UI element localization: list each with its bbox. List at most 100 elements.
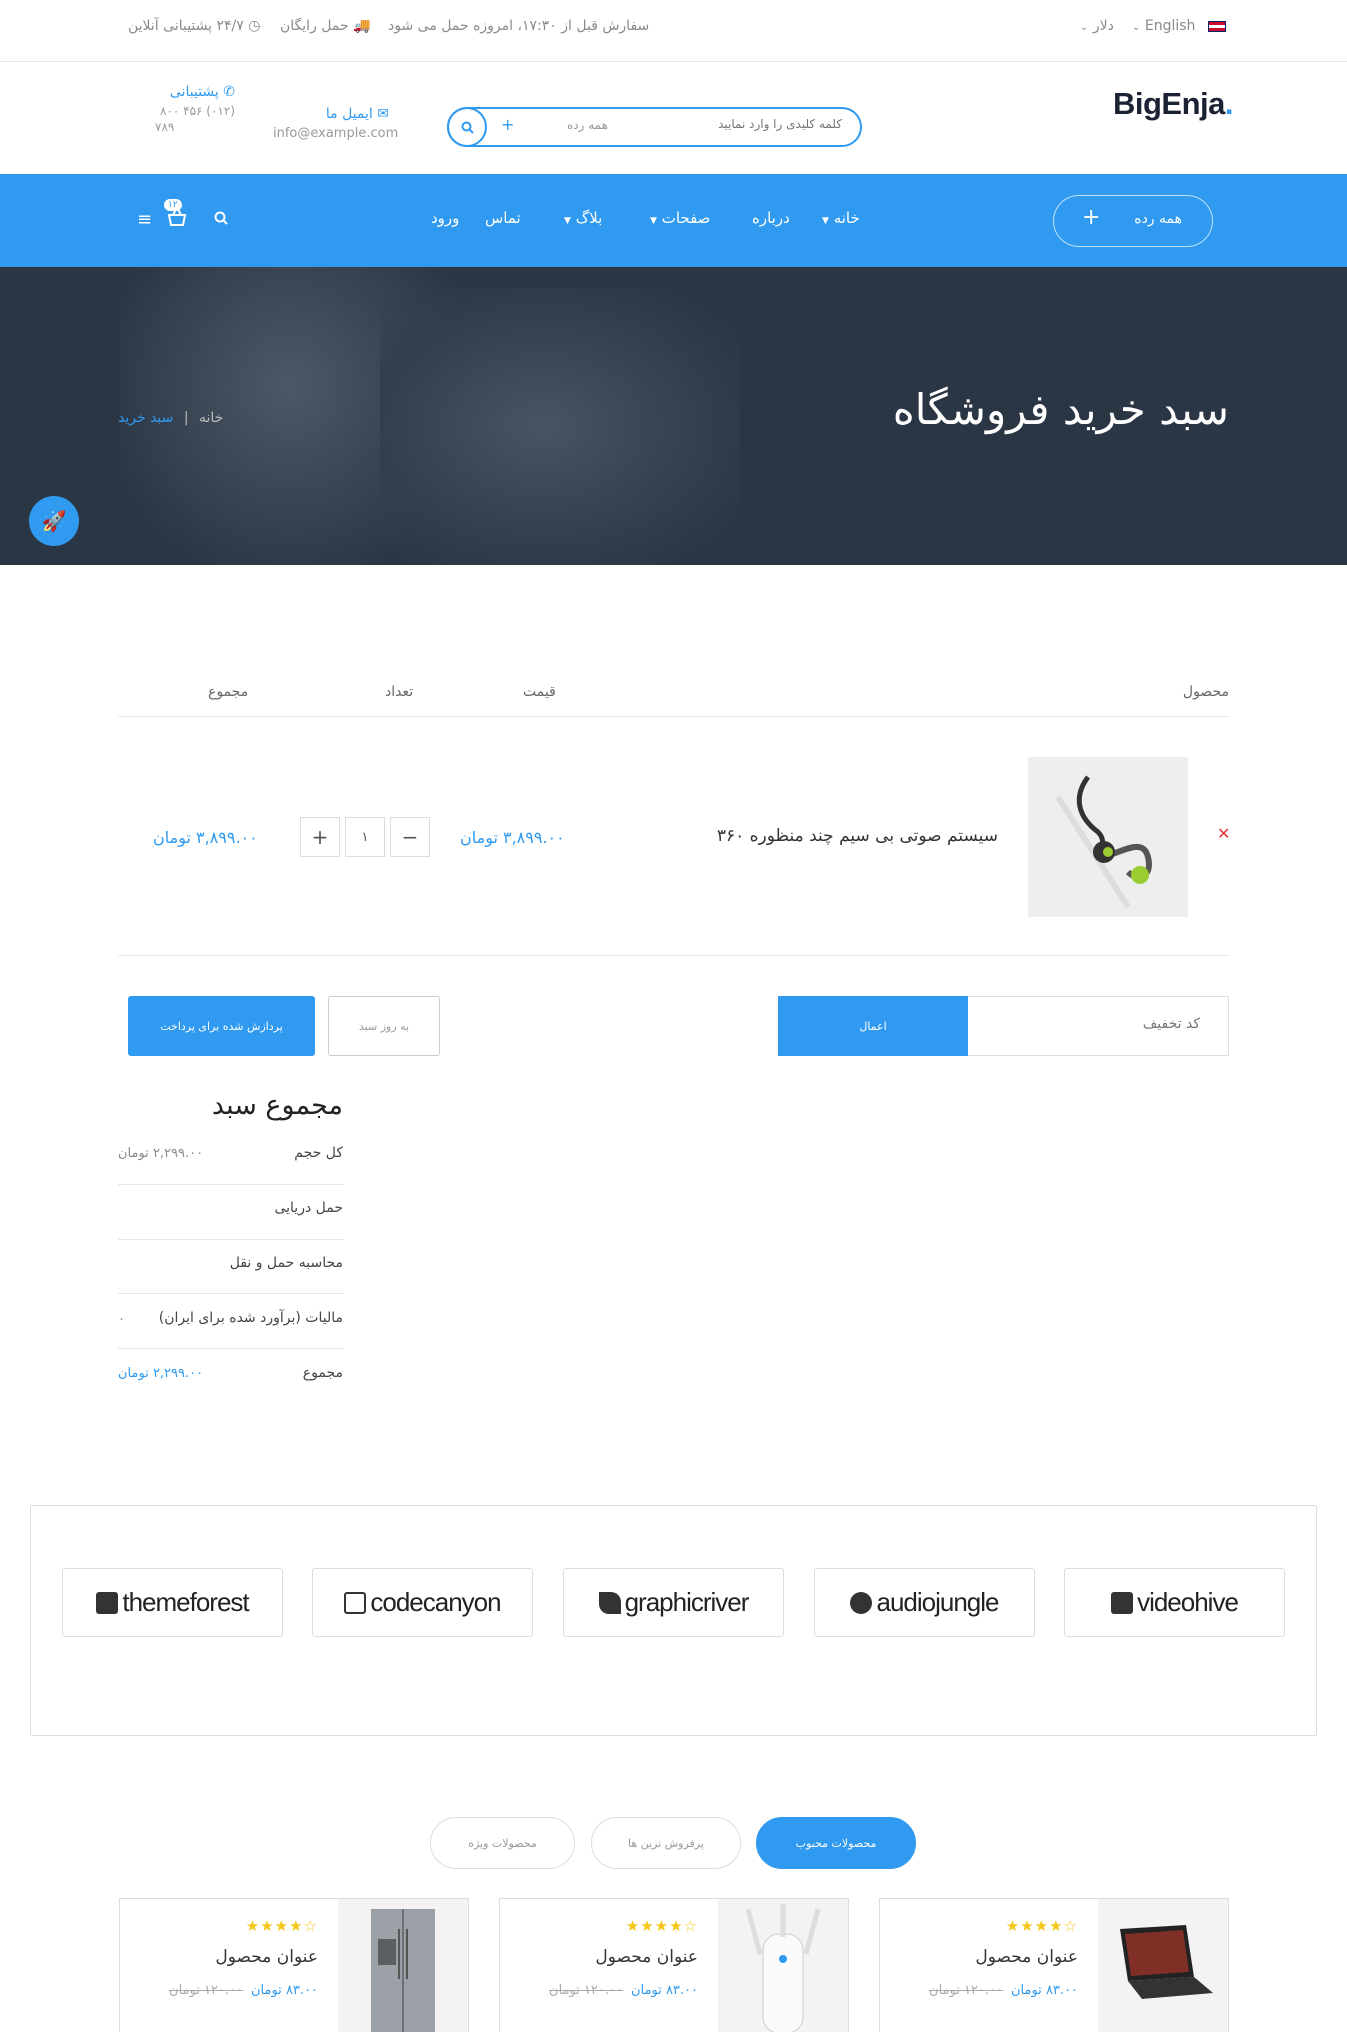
search-icon[interactable]: [214, 211, 228, 225]
product-card[interactable]: ★★★★☆ عنوان محصول ۸۳.۰۰ تومان ۱۲۰.۰۰ توما…: [119, 1898, 469, 2032]
checkout-button[interactable]: پردازش شده برای پرداخت: [128, 996, 315, 1056]
remove-item-icon[interactable]: ✕: [1217, 824, 1230, 843]
search-input[interactable]: [672, 117, 842, 131]
nav-item-blog[interactable]: ▼ بلاگ: [564, 209, 602, 227]
codecanyon-icon: [344, 1591, 367, 1614]
quantity-value[interactable]: ۱: [345, 817, 385, 857]
caret-down-icon: ▼: [650, 216, 657, 226]
product-thumbnail[interactable]: [1028, 757, 1188, 917]
totals-row-label[interactable]: حمل دریایی: [274, 1200, 343, 1216]
tab-best-sellers[interactable]: پرفروش ترین ها: [591, 1817, 741, 1869]
search-category[interactable]: همه رده: [567, 118, 608, 132]
order-notice: سفارش قبل از ۱۷:۳۰، امروزه حمل می شود: [388, 18, 650, 34]
totals-row-label: مالیات (برآورد شده برای ایران): [158, 1310, 343, 1326]
divider: [118, 1184, 343, 1185]
email-label: ایمیل ما: [325, 106, 373, 122]
breadcrumb: خانه | سبد خرید: [118, 410, 223, 426]
cart-button[interactable]: ۱۲: [164, 199, 188, 231]
brand-name: videohive: [1137, 1587, 1239, 1617]
totals-grand-total: ۲,۲۹۹.۰۰ تومان: [118, 1366, 204, 1381]
totals-row-label: کل حجم: [294, 1145, 343, 1161]
nav-item-about[interactable]: درباره: [752, 209, 790, 227]
chevron-down-icon: ⌄: [1080, 22, 1089, 33]
tab-featured-products[interactable]: محصولات ویژه: [430, 1817, 575, 1869]
free-shipping-label: حمل رایگان: [280, 18, 349, 34]
search-icon: [461, 121, 474, 134]
search-button[interactable]: [447, 107, 487, 147]
router-icon: [745, 1904, 821, 2032]
scroll-top-button[interactable]: 🚀: [29, 496, 79, 546]
caret-down-icon: ▼: [822, 216, 829, 226]
online-support-label: ۲۴/۷ پشتیبانی آنلاین: [128, 18, 244, 34]
caret-down-icon: ▼: [564, 216, 571, 226]
brand-logo[interactable]: videohive: [1064, 1568, 1285, 1637]
coupon-form: اعمال: [778, 996, 1229, 1056]
brand-logo[interactable]: themeforest: [62, 1568, 283, 1637]
all-categories-button[interactable]: همه رده +: [1053, 195, 1213, 247]
phone-icon: ✆: [223, 84, 235, 100]
divider: [118, 1348, 343, 1349]
col-quantity: تعداد: [385, 684, 414, 700]
clock-icon: ◷: [248, 18, 261, 34]
increase-quantity-button[interactable]: +: [300, 817, 340, 857]
cart-totals-title: مجموع سبد: [211, 1090, 343, 1121]
totals-row-label[interactable]: محاسبه حمل و نقل: [230, 1255, 343, 1271]
language-switch[interactable]: ⌄ English: [1132, 18, 1195, 34]
brand-logo[interactable]: codecanyon: [312, 1568, 533, 1637]
menu-icon[interactable]: ≡: [137, 209, 152, 230]
email-value[interactable]: info@example.com: [273, 126, 398, 141]
product-title[interactable]: عنوان محصول: [975, 1947, 1078, 1967]
update-cart-button[interactable]: به روز سبد: [328, 996, 440, 1056]
brand-carousel: themeforest codecanyon graphicriver audi…: [30, 1505, 1317, 1736]
tab-popular-products[interactable]: محصولات محبوب: [756, 1817, 916, 1869]
breadcrumb-home[interactable]: خانه: [199, 410, 223, 426]
col-total: مجموع: [208, 684, 249, 700]
apply-coupon-button[interactable]: اعمال: [778, 996, 968, 1056]
totals-row-value: ۲,۲۹۹.۰۰ تومان: [118, 1146, 204, 1161]
cart-item-total: ۳,۸۹۹.۰۰ تومان: [153, 828, 258, 847]
product-card[interactable]: ★★★★☆ عنوان محصول ۸۳.۰۰ تومان ۱۲۰.۰۰ توما…: [499, 1898, 849, 2032]
brand-name: themeforest: [122, 1587, 249, 1617]
product-title[interactable]: عنوان محصول: [215, 1947, 318, 1967]
brand-logo[interactable]: graphicriver: [563, 1568, 784, 1637]
product-price-current: ۸۳.۰۰ تومان: [1011, 1983, 1078, 1998]
coupon-input[interactable]: [1000, 1016, 1200, 1032]
minus-icon: −: [401, 825, 419, 849]
brand-name: graphicriver: [624, 1587, 750, 1617]
hero-background-image-2: [380, 287, 740, 565]
nav-item-pages[interactable]: ▼ صفحات: [650, 209, 710, 227]
col-price: قیمت: [523, 684, 556, 700]
rating-stars: ★★★★☆: [1005, 1917, 1078, 1935]
headphones-icon: [1055, 775, 1152, 909]
logo-dot: .: [1224, 86, 1234, 121]
nav-item-login[interactable]: ورود: [431, 209, 459, 227]
product-image[interactable]: [718, 1899, 848, 2032]
currency-selector[interactable]: ⌄ دلار: [1080, 18, 1114, 34]
divider: [118, 955, 1229, 956]
site-logo[interactable]: BigEnja.: [1113, 86, 1234, 122]
product-card[interactable]: ★★★★☆ عنوان محصول ۸۳.۰۰ تومان ۱۲۰.۰۰ توما…: [879, 1898, 1229, 2032]
support-phone-2: ۷۸۹: [155, 120, 175, 134]
divider: [118, 716, 1229, 717]
product-image[interactable]: [338, 1899, 468, 2032]
product-price-old: ۱۲۰.۰۰ تومان: [169, 1983, 243, 1998]
page-title: سبد خرید فروشگاه: [892, 385, 1229, 434]
language-selector[interactable]: [1208, 18, 1226, 34]
email-contact: ✉ ایمیل ما info@example.com: [273, 106, 398, 141]
nav-label: صفحات: [661, 209, 711, 227]
brand-logo[interactable]: audiojungle: [814, 1568, 1035, 1637]
totals-row-label: مجموع: [302, 1365, 343, 1381]
product-image[interactable]: [1098, 1899, 1228, 2032]
uk-flag-icon: [1208, 20, 1226, 32]
main-nav: همه رده + ▼ خانه درباره ▼ صفحات ▼ بلاگ ت…: [0, 174, 1347, 267]
product-title[interactable]: عنوان محصول: [595, 1947, 698, 1967]
plus-icon[interactable]: +: [501, 115, 514, 134]
plus-icon: +: [1082, 205, 1101, 230]
cart-item-name[interactable]: سیستم صوتی بی سیم چند منظوره ۳۶۰: [717, 826, 998, 846]
product-price: ۸۳.۰۰ تومان ۱۲۰.۰۰ تومان: [929, 1983, 1078, 1998]
decrease-quantity-button[interactable]: −: [390, 817, 430, 857]
nav-item-contact[interactable]: تماس: [485, 209, 521, 227]
nav-item-home[interactable]: ▼ خانه: [822, 209, 860, 227]
brand-name: audiojungle: [876, 1587, 999, 1617]
page-hero: سبد خرید فروشگاه خانه | سبد خرید 🚀: [0, 267, 1347, 565]
